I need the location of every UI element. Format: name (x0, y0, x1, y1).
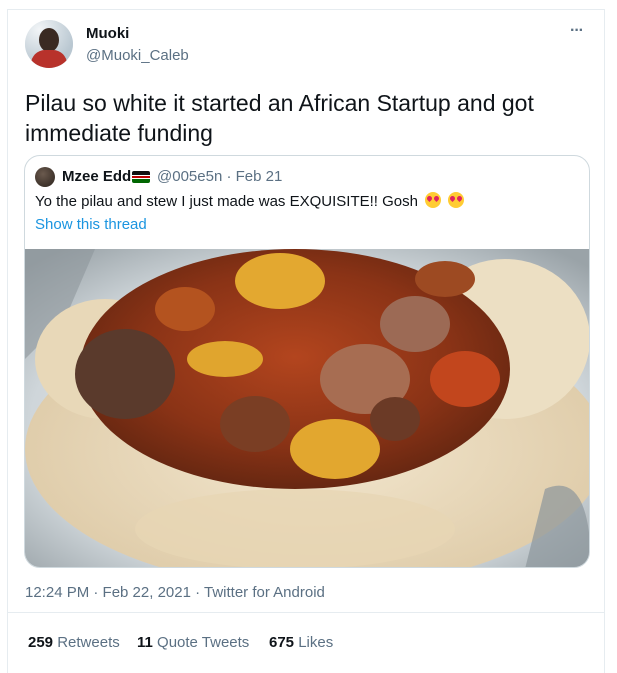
food-photo-image (25, 249, 589, 567)
quote-tweets-count: 11 (137, 634, 153, 651)
heart-eyes-emoji-icon (448, 192, 465, 208)
kenya-flag-icon (132, 171, 150, 183)
author-handle[interactable]: @Muoki_Caleb (86, 47, 189, 64)
quote-tweets-label: Quote Tweets (157, 634, 250, 651)
retweets-count: 259 (28, 634, 54, 651)
quote-tweets-stat[interactable]: 11 Quote Tweets (137, 634, 249, 651)
quote-text: Yo the pilau and stew I just made was EX… (35, 192, 465, 210)
tweet-text: Pilau so white it started an African Sta… (25, 90, 534, 146)
avatar[interactable] (25, 20, 73, 68)
quote-avatar[interactable] (35, 167, 55, 187)
author-name[interactable]: Muoki (86, 25, 129, 42)
quote-handle-date[interactable]: @005e5n · Feb 21 (157, 168, 282, 185)
likes-label: Likes (298, 634, 334, 651)
quote-tweet[interactable]: Mzee Edd @005e5n · Feb 21 Yo the pilau a… (24, 155, 590, 568)
likes-count: 675 (269, 634, 295, 651)
quote-author-name[interactable]: Mzee Edd (62, 168, 131, 185)
tweet-timestamp[interactable]: 12:24 PM · Feb 22, 2021 · Twitter for An… (25, 584, 325, 601)
retweets-label: Retweets (57, 634, 120, 651)
food-photo[interactable] (25, 249, 589, 567)
avatar-head (39, 28, 59, 52)
retweets-stat[interactable]: 259 Retweets (28, 634, 120, 651)
likes-stat[interactable]: 675 Likes (269, 634, 333, 651)
quote-text-body: Yo the pilau and stew I just made was EX… (35, 193, 418, 210)
show-thread-link[interactable]: Show this thread (35, 216, 147, 233)
avatar-body (31, 50, 67, 68)
heart-eyes-emoji-icon (425, 192, 442, 208)
divider (7, 612, 605, 613)
more-icon[interactable]: ··· (570, 22, 584, 40)
